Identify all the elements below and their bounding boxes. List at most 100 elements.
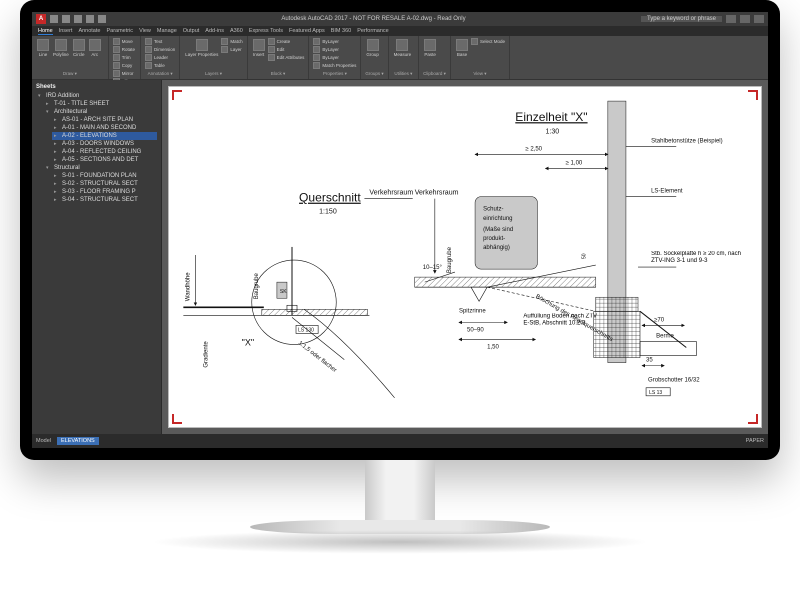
ribbon-tab-a360[interactable]: A360 (230, 28, 243, 34)
mirror-button[interactable]: Mirror (113, 70, 136, 77)
space-mode[interactable]: PAPER (746, 438, 764, 444)
svg-text:Schutz-: Schutz- (483, 207, 503, 213)
sheets-panel: Sheets IRD AdditionT-01 - TITLE SHEETArc… (32, 80, 162, 434)
qat-redo-icon[interactable] (98, 15, 106, 23)
ribbon-panel-layers: Layer PropertiesMatchLayerLayers ▾ (180, 36, 247, 79)
insert-button[interactable]: Insert (252, 38, 266, 61)
svg-text:Verkehrsraum: Verkehrsraum (415, 190, 459, 197)
ribbon-tab-add-ins[interactable]: Add-ins (205, 28, 224, 34)
bylayer-button[interactable]: ByLayer (313, 46, 356, 53)
ribbon-tab-output[interactable]: Output (183, 28, 200, 34)
layer-button[interactable]: Layer (221, 46, 242, 53)
search-box[interactable]: Type a keyword or phrase (641, 16, 722, 22)
tree-folder[interactable]: Structural (44, 164, 157, 172)
select-mode-button[interactable]: Select Mode (471, 38, 505, 45)
svg-text:1:150: 1:150 (319, 209, 337, 216)
ribbon-panel-draw: LinePolylineCircleArcDraw ▾ (32, 36, 109, 79)
circle-button[interactable]: Circle (72, 38, 86, 58)
line-button[interactable]: Line (36, 38, 50, 58)
arc-button[interactable]: Arc (88, 38, 102, 58)
svg-text:LS-Element: LS-Element (651, 189, 683, 195)
tree-item[interactable]: A-05 - SECTIONS AND DET (52, 156, 157, 164)
table-button[interactable]: Table (145, 62, 175, 69)
cad-drawing: Querschnitt 1:150 SK "X" (168, 86, 762, 428)
ribbon-panel-clipboard: PasteClipboard ▾ (419, 36, 451, 79)
tree-item[interactable]: S-02 - STRUCTURAL SECT (52, 180, 157, 188)
svg-text:Einzelheit "X": Einzelheit "X" (515, 110, 587, 124)
app-icon[interactable]: A (36, 14, 46, 24)
svg-text:Spitzrinne: Spitzrinne (459, 308, 486, 314)
group-button[interactable]: Group (365, 38, 380, 58)
edit-attributes-button[interactable]: Edit Attributes (268, 54, 305, 61)
move-button[interactable]: Move (113, 38, 136, 45)
dimension-button[interactable]: Dimension (145, 46, 175, 53)
tree-item[interactable]: T-01 - TITLE SHEET (44, 100, 157, 108)
tree-item[interactable]: A-04 - REFLECTED CEILING (52, 148, 157, 156)
tree-item[interactable]: S-03 - FLOOR FRAMING P (52, 188, 157, 196)
base-button[interactable]: Base (455, 38, 469, 58)
trim-button[interactable]: Trim (113, 54, 136, 61)
svg-text:Verkehrsraum: Verkehrsraum (369, 190, 413, 197)
match-button[interactable]: Match (221, 38, 242, 45)
qat-undo-icon[interactable] (86, 15, 94, 23)
svg-text:1:1,5 oder flacher: 1:1,5 oder flacher (297, 340, 338, 374)
tree-item[interactable]: A-01 - MAIN AND SECOND (52, 124, 157, 132)
ribbon-tab-manage[interactable]: Manage (157, 28, 177, 34)
model-tab[interactable]: Model (36, 438, 51, 444)
ribbon-tabs: Home Insert Annotate Parametric View Manage Ou… (32, 26, 768, 36)
svg-text:50–90: 50–90 (467, 327, 484, 333)
title-bar: A Autodesk AutoCAD 2017 - NOT FOR RESALE… (32, 12, 768, 26)
paper-space: Querschnitt 1:150 SK "X" (168, 86, 762, 428)
paste-button[interactable]: Paste (423, 38, 437, 58)
qat-new-icon[interactable] (50, 15, 58, 23)
qat-open-icon[interactable] (62, 15, 70, 23)
measure-button[interactable]: Measure (393, 38, 413, 58)
svg-text:"X": "X" (242, 338, 254, 348)
tree-root[interactable]: IRD Addition (36, 92, 157, 100)
tree-item[interactable]: AS-01 - ARCH SITE PLAN (52, 116, 157, 124)
svg-text:35: 35 (646, 358, 653, 364)
ribbon-tab-view[interactable]: View (139, 28, 151, 34)
tree-item[interactable]: S-01 - FOUNDATION PLAN (52, 172, 157, 180)
drawing-canvas[interactable]: Querschnitt 1:150 SK "X" (162, 80, 768, 434)
rotate-button[interactable]: Rotate (113, 46, 136, 53)
polyline-button[interactable]: Polyline (52, 38, 70, 58)
maximize-button[interactable] (740, 15, 750, 23)
ribbon-tab-annotate[interactable]: Annotate (78, 28, 100, 34)
ribbon-tab-featured-apps[interactable]: Featured Apps (289, 28, 325, 34)
ribbon-tab-bim-360[interactable]: BIM 360 (331, 28, 351, 34)
text-button[interactable]: Text (145, 38, 175, 45)
window-title: Autodesk AutoCAD 2017 - NOT FOR RESALE A… (110, 16, 637, 22)
ribbon-panel-block: InsertCreateEditEdit AttributesBlock ▾ (248, 36, 310, 79)
edit-button[interactable]: Edit (268, 46, 305, 53)
qat-save-icon[interactable] (74, 15, 82, 23)
ribbon-tab-performance[interactable]: Performance (357, 28, 389, 34)
bylayer-button[interactable]: ByLayer (313, 54, 356, 61)
tree-folder[interactable]: Architectural (44, 108, 157, 116)
ribbon-tab-insert[interactable]: Insert (59, 28, 73, 34)
bylayer-button[interactable]: ByLayer (313, 38, 356, 45)
svg-text:50: 50 (582, 253, 588, 259)
leader-button[interactable]: Leader (145, 54, 175, 61)
svg-text:≥ 2,50: ≥ 2,50 (525, 146, 542, 152)
create-button[interactable]: Create (268, 38, 305, 45)
layer-properties-button[interactable]: Layer Properties (184, 38, 219, 58)
svg-text:Wandhöhe: Wandhöhe (185, 272, 191, 302)
copy-button[interactable]: Copy (113, 62, 136, 69)
tree-item[interactable]: A-03 - DOORS WINDOWS (52, 140, 157, 148)
tree-item[interactable]: A-02 - ELEVATIONS (52, 132, 157, 140)
tree-item[interactable]: S-04 - STRUCTURAL SECT (52, 196, 157, 204)
ribbon-panel-view: BaseSelect ModeView ▾ (451, 36, 510, 79)
layout-tab[interactable]: ELEVATIONS (57, 437, 99, 445)
ribbon-panel-groups: GroupGroups ▾ (361, 36, 388, 79)
minimize-button[interactable] (726, 15, 736, 23)
svg-text:Querschnitt: Querschnitt (299, 191, 361, 205)
svg-text:10–15°: 10–15° (423, 265, 443, 271)
match-properties-button[interactable]: Match Properties (313, 62, 356, 69)
ribbon-tab-express-tools[interactable]: Express Tools (249, 28, 283, 34)
ribbon-tab-home[interactable]: Home (38, 28, 53, 35)
ribbon-tab-parametric[interactable]: Parametric (106, 28, 133, 34)
ribbon: LinePolylineCircleArcDraw ▾MoveRotateTri… (32, 36, 768, 80)
ribbon-panel-modify: MoveRotateTrimCopyMirrorFilletStretchSca… (109, 36, 141, 79)
close-button[interactable] (754, 15, 764, 23)
